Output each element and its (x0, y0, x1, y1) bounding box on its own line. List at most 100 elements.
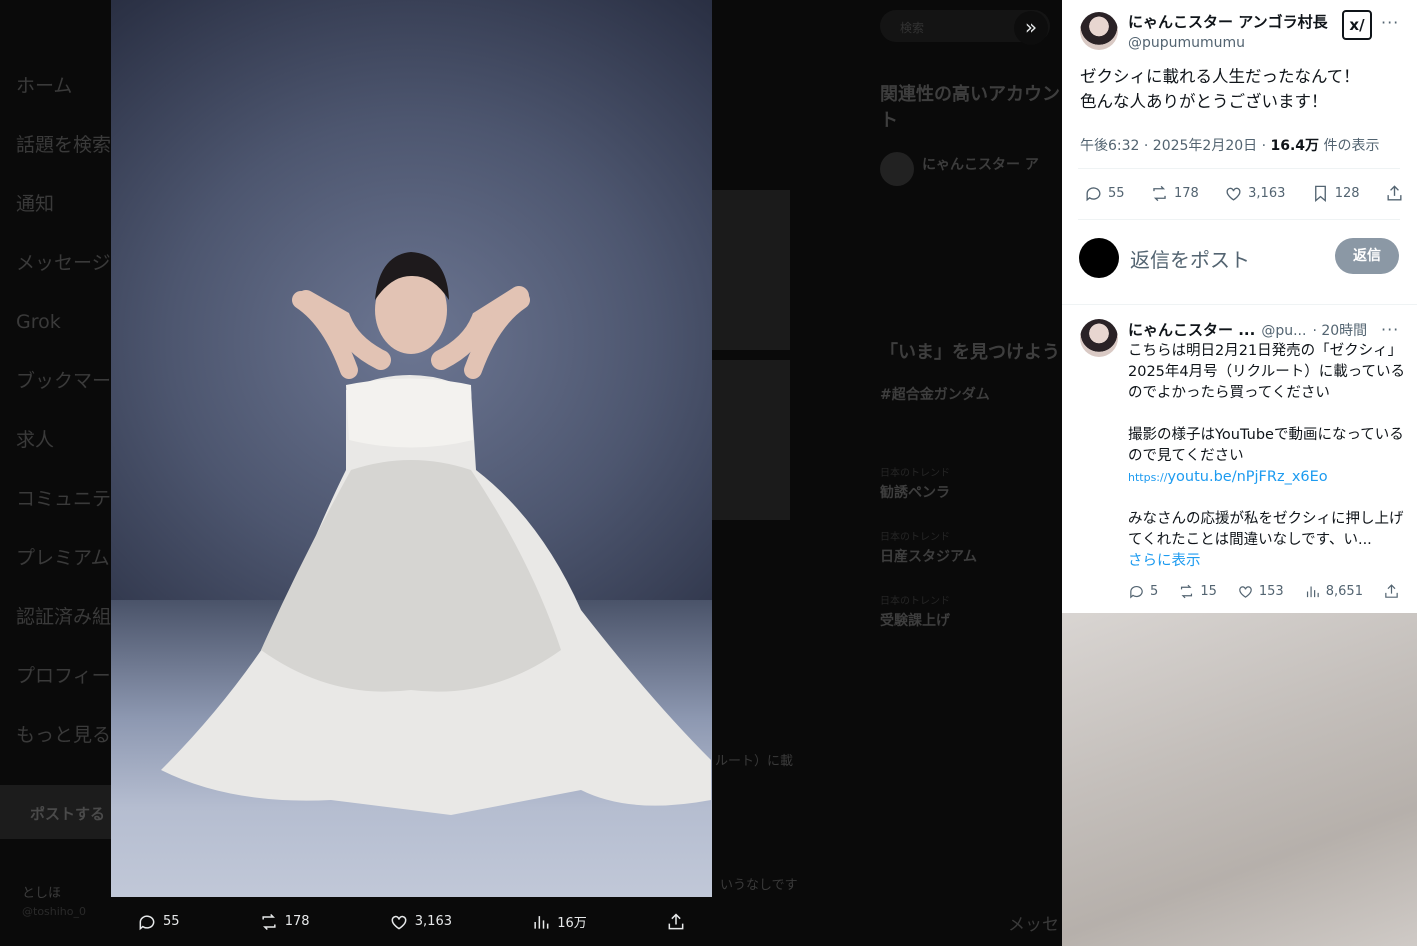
account-name: にゃんこスター ア (922, 157, 1039, 173)
post-button[interactable]: ポストする (0, 785, 120, 839)
reply-author-name[interactable]: にゃんこスター ... (1128, 319, 1255, 340)
media-photo[interactable] (111, 0, 712, 897)
trend-title: 勧誘ペンラ (880, 485, 950, 501)
trend-title: 受験課上げ (880, 613, 950, 629)
heart-icon (1226, 187, 1241, 201)
trend-category: 日本のトレンド (880, 596, 950, 607)
reply-input[interactable]: 返信をポスト (1130, 244, 1250, 273)
background-text: いうなしです (720, 878, 798, 893)
trend-title: #超合金ガンダム (880, 387, 990, 403)
repost-count: 15 (1200, 584, 1217, 599)
share-icon (668, 912, 684, 929)
repost-button[interactable]: 15 (1178, 583, 1217, 600)
heart-icon (391, 915, 407, 930)
avatar (1079, 238, 1119, 278)
post-meta: 午後6:32 · 2025年2月20日 · 16.4万 件の表示 (1080, 135, 1380, 155)
post-author[interactable]: にゃんこスター アンゴラ村長 @pupumumumu (1128, 11, 1328, 51)
reply-submit-button[interactable]: 返信 (1335, 238, 1399, 274)
user-name: としほ (22, 886, 62, 901)
account-switcher[interactable]: としほ @toshiho_0 (22, 882, 86, 918)
reply-author-handle[interactable]: @pu... (1261, 323, 1306, 339)
more-icon[interactable]: ··· (1381, 13, 1399, 32)
sidebar-heading: 関連性の高いアカウント (880, 84, 1060, 131)
bookmark-button[interactable]: 128 (1311, 184, 1360, 203)
divider (1078, 219, 1400, 220)
reply-text: こちらは明日2月21日発売の「ゼクシィ」2025年4月号（リクルート）に載ってい… (1128, 341, 1410, 572)
trend-item[interactable]: 日本のトレンド勧誘ペンラ (880, 464, 1060, 502)
link-text: youtu.be/nPjFRz_x6Eo (1167, 469, 1328, 485)
background-text: ルート）に載 (715, 754, 794, 769)
reply-paragraph: みなさんの応援が私をゼクシィに押し上げてくれたことは間違いなしです、い... (1128, 511, 1404, 548)
media-views-button[interactable]: 16万 (531, 912, 587, 932)
post-detail-panel: にゃんこスター アンゴラ村長 @pupumumumu x/ ··· ゼクシィに載… (1062, 0, 1417, 613)
author-handle: @pupumumumu (1128, 35, 1246, 51)
divider (1062, 304, 1417, 305)
show-more-link[interactable]: さらに表示 (1128, 551, 1410, 572)
trend-item[interactable]: #超合金ガンダム (880, 384, 1060, 404)
trend-item[interactable]: 日本のトレンド日産スタジアム (880, 528, 1060, 566)
reply-time[interactable]: · 20時間 (1312, 320, 1367, 340)
heart-icon (1239, 586, 1252, 598)
reply-link[interactable]: https://youtu.be/nPjFRz_x6Eo (1128, 467, 1410, 488)
more-icon[interactable]: ··· (1381, 320, 1399, 339)
reply-count: 55 (163, 914, 180, 929)
blurred-content (1062, 613, 1417, 946)
media-reply-button[interactable]: 55 (137, 912, 180, 932)
recommended-account[interactable]: にゃんこスター ア (880, 152, 1060, 208)
post-views-suffix: 件の表示 (1319, 138, 1380, 154)
trend-category: 日本のトレンド (880, 532, 950, 543)
bookmark-icon (1314, 185, 1326, 203)
reply-button[interactable]: 55 (1084, 184, 1125, 203)
like-button[interactable]: 153 (1237, 583, 1284, 600)
share-icon (1385, 584, 1398, 598)
repost-button[interactable]: 178 (1150, 184, 1199, 203)
media-share-button[interactable] (666, 912, 686, 932)
post-actions: 55 178 3,163 128 (1084, 184, 1404, 203)
views-count: 8,651 (1325, 584, 1363, 599)
share-icon (1387, 185, 1402, 201)
repost-icon (1181, 584, 1193, 599)
avatar (880, 152, 914, 186)
repost-icon (1153, 185, 1166, 202)
repost-icon (262, 913, 276, 930)
like-button[interactable]: 3,163 (1224, 184, 1285, 203)
views-icon (534, 915, 549, 929)
background-text: メッセ (1008, 915, 1059, 935)
avatar[interactable] (1080, 319, 1118, 357)
reply-icon (139, 914, 155, 930)
repost-count: 178 (1173, 186, 1199, 201)
avatar[interactable] (1080, 12, 1118, 50)
reply-icon (1130, 585, 1143, 599)
views-button[interactable]: 8,651 (1304, 583, 1363, 600)
trends-heading: 「いま」を見つけよう (880, 342, 1060, 363)
like-count: 3,163 (414, 914, 452, 929)
bride-figure (161, 252, 711, 815)
views-count: 16万 (557, 916, 587, 931)
trend-title: 日産スタジアム (880, 549, 978, 565)
share-button[interactable] (1385, 184, 1404, 203)
like-count: 153 (1258, 584, 1284, 599)
media-like-button[interactable]: 3,163 (389, 912, 452, 932)
media-repost-button[interactable]: 178 (259, 912, 310, 932)
reply-button[interactable]: 5 (1128, 583, 1158, 600)
expand-panel-button[interactable]: » (1014, 11, 1048, 45)
post-time[interactable]: 午後6:32 · 2025年2月20日 · (1080, 138, 1271, 154)
user-handle: @toshiho_0 (22, 905, 87, 918)
link-prefix: https:// (1128, 471, 1168, 484)
double-chevron-icon: » (1024, 15, 1038, 39)
media-action-bar: 55 178 3,163 16万 (111, 897, 712, 946)
reply-actions: 5 15 153 8,651 (1128, 583, 1400, 600)
grok-icon[interactable]: x/ (1342, 10, 1372, 40)
divider (1078, 168, 1400, 169)
reply-icon (1086, 187, 1101, 202)
author-name: にゃんこスター アンゴラ村長 (1128, 13, 1328, 31)
trend-category: 日本のトレンド (880, 468, 950, 479)
reply-paragraph: こちらは明日2月21日発売の「ゼクシィ」2025年4月号（リクルート）に載ってい… (1128, 343, 1405, 401)
share-button[interactable] (1383, 583, 1400, 600)
background-image (712, 190, 790, 350)
reply-count: 55 (1108, 186, 1125, 201)
background-image (712, 360, 790, 520)
reply-paragraph: 撮影の様子はYouTubeで動画になっているので見てください (1128, 427, 1404, 464)
trend-item[interactable]: 日本のトレンド受験課上げ (880, 592, 1060, 630)
views-icon (1306, 586, 1319, 598)
